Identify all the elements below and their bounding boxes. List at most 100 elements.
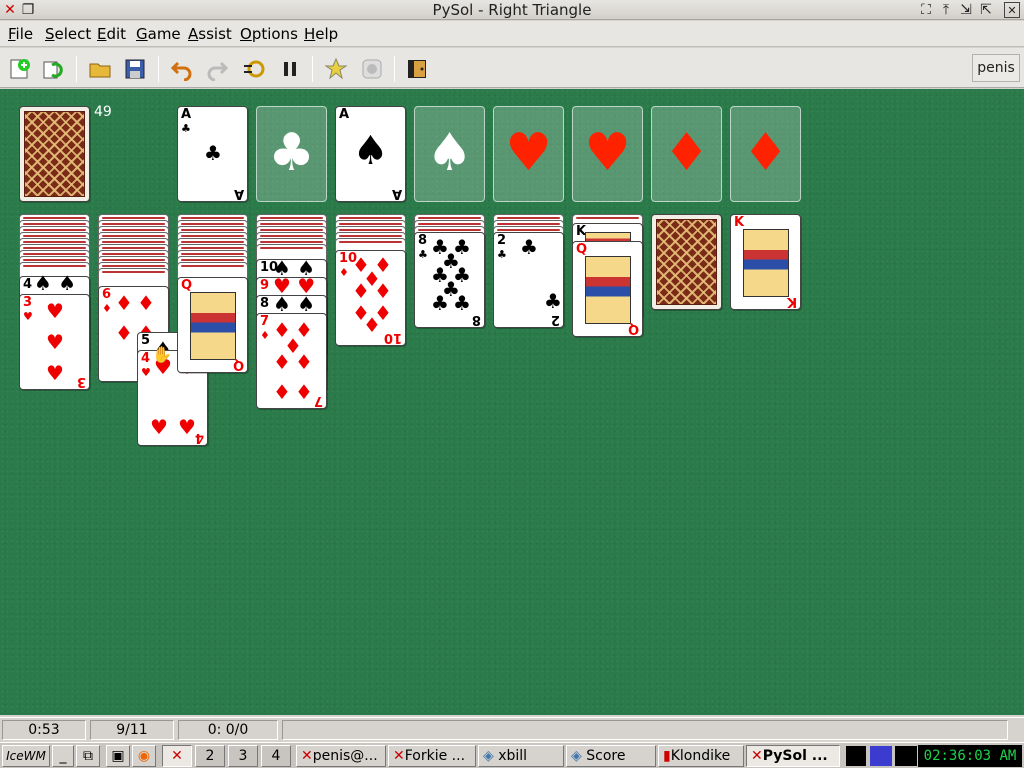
card-rank: 4 — [23, 277, 33, 292]
card-7-diamonds[interactable]: 7 ♦ ♦ ♦ ♦ ♦ ♦ ♦ ♦ 7 — [256, 313, 327, 409]
start-icon[interactable]: IceWM — [2, 745, 50, 767]
undo-icon[interactable] — [170, 57, 194, 81]
card-rank: A — [339, 107, 350, 122]
card-pip: ♦ — [295, 350, 313, 374]
task-forkie[interactable]: ✕Forkie ... — [388, 745, 476, 767]
window-list-icon[interactable]: ⧉ — [76, 745, 100, 767]
cpu-monitor-icon — [846, 746, 866, 766]
status-message — [282, 720, 1008, 740]
card-rank-bottom: 10 — [383, 330, 402, 345]
card-pip: ♥ — [150, 415, 168, 439]
open-icon[interactable] — [88, 57, 112, 81]
card-rank-bottom: 8 — [471, 312, 481, 327]
terminal-icon[interactable]: ▣ — [106, 745, 130, 767]
card-rank: Q — [181, 278, 193, 293]
foundation-diamonds-2[interactable]: ♦ — [730, 106, 801, 202]
pause-icon[interactable] — [278, 57, 302, 81]
card-queen-hearts[interactable]: Q Q — [177, 277, 248, 373]
card-10-diamonds[interactable]: 10 ♦ ♦ ♦ ♦ ♦ ♦ ♦ ♦ ♦ 10 — [335, 250, 406, 346]
card-pip: ♦ — [374, 279, 392, 303]
foundation-hearts-1[interactable]: ♥ — [493, 106, 564, 202]
statistics-icon[interactable] — [324, 57, 348, 81]
taskbar: IceWM _ ⧉ ▣ ◉ ✕ 2 3 4 ✕penis@... ✕Forkie… — [0, 742, 1024, 768]
card-app-icon: ▮ — [663, 748, 671, 764]
menu-edit[interactable]: Edit — [97, 25, 126, 43]
autodrop-icon[interactable] — [242, 57, 266, 81]
maximize-icon[interactable]: ⛶ — [918, 2, 934, 18]
task-label: xbill — [498, 748, 528, 764]
desktop-1[interactable]: ✕ — [162, 745, 192, 767]
task-pysol[interactable]: ✕PySol ... — [746, 745, 840, 767]
card-rank-bottom: 7 — [313, 393, 323, 408]
club-icon: ♣ — [268, 123, 315, 183]
stock-count: 49 — [94, 104, 112, 120]
player-name[interactable]: penis — [972, 54, 1020, 82]
menu-game[interactable]: Game — [136, 25, 181, 43]
card-pip: ♦ — [295, 380, 313, 404]
status-score: 0: 0/0 — [178, 720, 278, 740]
menu-help[interactable]: Help — [304, 25, 338, 43]
card-rank-bottom: A — [391, 186, 402, 201]
save-icon[interactable] — [123, 57, 147, 81]
king-face-picture — [743, 229, 789, 297]
new-game-icon[interactable] — [8, 57, 32, 81]
card-rank-bottom: 3 — [76, 374, 86, 389]
card-pip: ♣ — [431, 291, 449, 315]
card-rank: 8 — [260, 296, 270, 311]
menu-bar: File Select Edit Game Assist Options Hel… — [0, 21, 1024, 47]
task-xbill[interactable]: ◈ xbill — [478, 745, 564, 767]
foundation-diamonds-1[interactable]: ♦ — [651, 106, 722, 202]
card-suit-center: ♠ — [352, 128, 389, 174]
card-pip: ♦ — [137, 291, 155, 315]
close-window-icon[interactable]: ✕ — [1004, 2, 1020, 18]
network-monitor-icon — [895, 746, 917, 766]
desktop-4[interactable]: 4 — [261, 745, 291, 767]
game-table: 49 A ♣ ♣ A ♣ A ♠ A ♠ ♥ ♥ ♦ ♦ 4 ♠ ♠ 3 ♥ ♥ — [0, 89, 1024, 715]
restart-icon[interactable] — [42, 57, 66, 81]
menu-select[interactable]: Select — [45, 25, 91, 43]
quit-icon[interactable] — [405, 57, 429, 81]
desktop-3[interactable]: 3 — [228, 745, 258, 767]
card-pip: ♦ — [273, 350, 291, 374]
x-app-icon: ✕ — [301, 748, 313, 764]
status-progress: 9/11 — [90, 720, 174, 740]
minimize-all-icon[interactable]: _ — [52, 745, 74, 767]
card-rank: Q — [576, 242, 588, 257]
stock-pile[interactable] — [19, 106, 90, 202]
rules-icon[interactable] — [360, 57, 384, 81]
resize-icon[interactable]: ⇱ — [978, 2, 994, 18]
queen-face-picture — [585, 256, 631, 324]
task-terminal[interactable]: ✕penis@... — [296, 745, 386, 767]
menu-file[interactable]: File — [8, 25, 33, 43]
iconify-icon[interactable]: ⇲ — [958, 2, 974, 18]
shade-icon[interactable]: ⤒ — [938, 2, 954, 18]
card-queen-red[interactable]: Q Q — [572, 241, 643, 337]
foundation-card-ace-spades[interactable]: A ♠ A — [335, 106, 406, 202]
foundation-clubs[interactable]: ♣ — [256, 106, 327, 202]
task-score[interactable]: ◈ Score — [566, 745, 656, 767]
card-suit-small: ♦ — [260, 329, 270, 342]
browser-icon[interactable]: ◉ — [132, 745, 156, 767]
card-king-hearts[interactable]: K K — [730, 214, 801, 310]
card-2-clubs[interactable]: 2 ♣ ♣ ♣ 2 — [493, 232, 564, 328]
card-rank: K — [734, 215, 745, 230]
tableau-column-9-face-down[interactable] — [651, 214, 722, 310]
card-8-clubs[interactable]: 8 ♣ ♣ ♣ ♣ ♣ ♣ ♣ ♣ ♣ 8 — [414, 232, 485, 328]
foundation-card-ace-clubs[interactable]: A ♣ ♣ A — [177, 106, 248, 202]
card-pip: ♦ — [352, 279, 370, 303]
foundation-hearts-2[interactable]: ♥ — [572, 106, 643, 202]
desktop-2[interactable]: 2 — [195, 745, 225, 767]
card-3-hearts[interactable]: 3 ♥ ♥ ♥ ♥ 3 — [19, 294, 90, 390]
menu-options[interactable]: Options — [240, 25, 298, 43]
card-pip: ♣ — [453, 291, 471, 315]
status-time: 0:53 — [2, 720, 86, 740]
task-klondike[interactable]: ▮Klondike — [658, 745, 744, 767]
card-pip: ♣ — [520, 235, 538, 259]
redo-icon[interactable] — [205, 57, 229, 81]
foundation-spades[interactable]: ♠ — [414, 106, 485, 202]
diamond-icon: ♦ — [663, 123, 710, 183]
card-pip: ♦ — [115, 291, 133, 315]
menu-assist[interactable]: Assist — [188, 25, 232, 43]
card-pip: ♣ — [544, 289, 562, 313]
clock[interactable]: 02:36:03 AM — [918, 745, 1022, 767]
